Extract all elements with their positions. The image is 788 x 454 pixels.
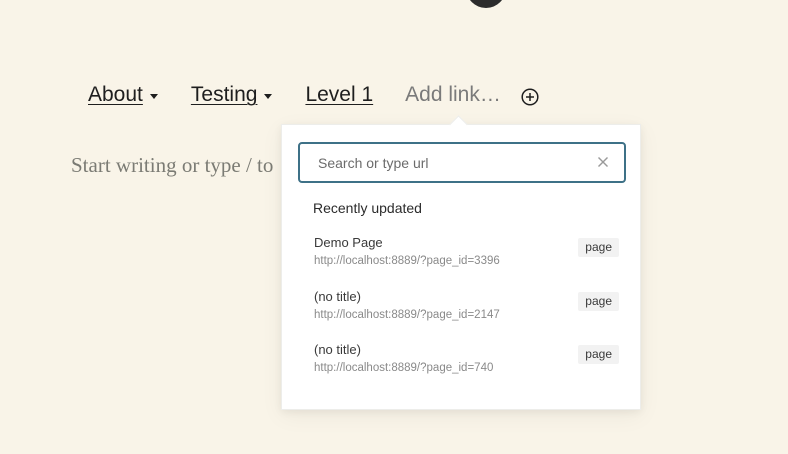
- search-result-item[interactable]: Demo Page http://localhost:8889/?page_id…: [298, 235, 626, 279]
- nav-item-level-1[interactable]: Level 1: [305, 81, 373, 109]
- site-title-fragment: [466, 0, 506, 8]
- result-url: http://localhost:8889/?page_id=3396: [314, 255, 500, 267]
- search-box[interactable]: [298, 142, 626, 183]
- nav-item-label: Testing: [190, 83, 258, 106]
- result-title: (no title): [314, 342, 361, 357]
- section-title: Recently updated: [313, 200, 422, 216]
- link-search-popover: Recently updated Demo Page http://localh…: [281, 115, 641, 410]
- nav-item-label: Level 1: [305, 83, 374, 106]
- result-url: http://localhost:8889/?page_id=2147: [314, 309, 500, 321]
- editor-placeholder[interactable]: Start writing or type / to: [71, 150, 273, 180]
- plus-circle-icon[interactable]: [521, 87, 539, 106]
- navigation-block: About Testing Level 1 Add link…: [88, 80, 539, 110]
- result-title: (no title): [314, 289, 361, 304]
- popover-arrow: [449, 115, 468, 134]
- result-title: Demo Page: [314, 235, 383, 250]
- caret-down-icon[interactable]: [149, 93, 158, 99]
- result-type-badge: page: [578, 238, 619, 257]
- nav-item-about[interactable]: About: [88, 81, 158, 109]
- caret-down-icon[interactable]: [264, 93, 273, 99]
- result-url: http://localhost:8889/?page_id=740: [314, 362, 494, 374]
- result-type-badge: page: [578, 345, 619, 364]
- nav-item-label: About: [88, 83, 143, 106]
- add-link-placeholder[interactable]: Add link…: [405, 81, 501, 109]
- search-result-item[interactable]: (no title) http://localhost:8889/?page_i…: [298, 289, 626, 333]
- close-icon[interactable]: [596, 155, 610, 169]
- search-input[interactable]: [316, 153, 580, 172]
- result-type-badge: page: [578, 292, 619, 311]
- nav-item-testing[interactable]: Testing: [191, 81, 273, 109]
- search-result-item[interactable]: (no title) http://localhost:8889/?page_i…: [298, 342, 626, 386]
